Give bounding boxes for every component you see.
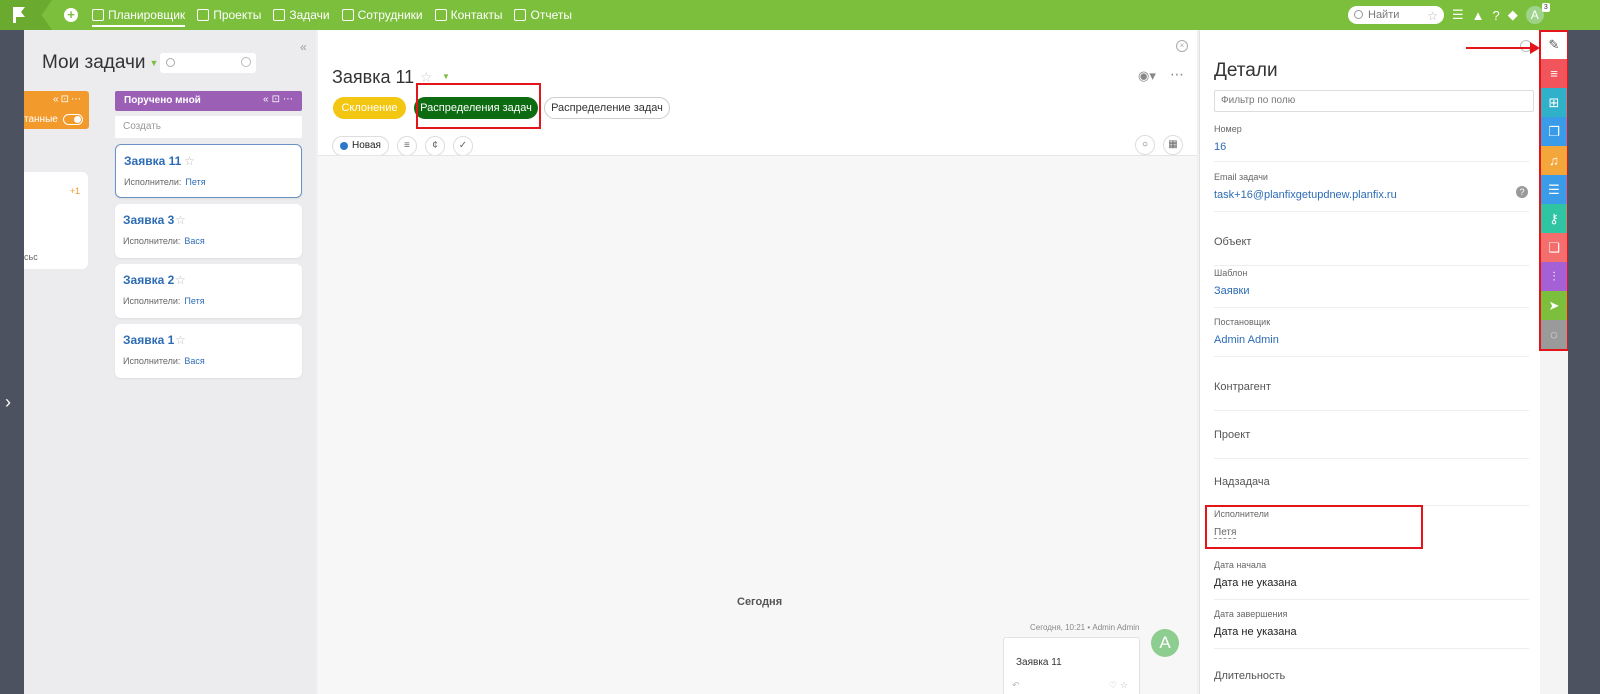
date-divider: Сегодня xyxy=(737,596,783,608)
message-card[interactable]: Заявка 11 ↶ ♡☆ xyxy=(1003,637,1140,694)
task-title: Заявка 11 xyxy=(332,67,415,87)
highlight-box xyxy=(1539,30,1569,351)
task-header: × Заявка 11 ☆ ▼ ◉▾ ⋯ Склонение Распредел… xyxy=(318,30,1197,157)
planner-icon xyxy=(92,9,104,21)
reports-icon xyxy=(514,9,527,21)
status-badge[interactable]: Новая xyxy=(332,136,389,156)
search-icon[interactable]: ○ xyxy=(1135,135,1155,155)
description-icon[interactable]: ≡ xyxy=(396,136,417,156)
task-feed: Сегодня Сегодня, 10:21 • Admin Admin A З… xyxy=(318,155,1197,694)
column-controls-icon[interactable]: «⊡⋯ xyxy=(53,94,83,105)
collapse-panel-icon[interactable]: « xyxy=(300,40,307,54)
top-icons: ☰ ▲ ? ◆ A3 xyxy=(1452,0,1550,30)
menu-icon[interactable]: ☰ xyxy=(1452,7,1464,23)
help-icon[interactable]: ? xyxy=(1516,186,1528,198)
add-button[interactable]: + xyxy=(64,8,78,22)
avatar[interactable]: A xyxy=(1151,629,1179,657)
right-edge-strip xyxy=(1568,30,1600,694)
nav-tasks[interactable]: Задачи xyxy=(273,0,330,30)
field-email: Email задачи task+16@planfixgetupdnew.pl… xyxy=(1214,172,1529,212)
field-project[interactable]: Проект xyxy=(1214,429,1529,459)
details-panel: Детали Фильтр по полю Номер 16 Email зад… xyxy=(1199,30,1540,694)
fields-icon[interactable]: ¢ xyxy=(424,136,445,156)
more-icon[interactable]: ⋯ xyxy=(1170,66,1185,83)
toggle-switch[interactable] xyxy=(63,114,83,125)
task-toolbar: Новая ≡ ¢ ✓ xyxy=(332,135,473,157)
global-search-input[interactable]: Найти ☆ xyxy=(1348,6,1444,24)
chevron-right-icon[interactable]: › xyxy=(5,392,11,413)
chevron-down-icon: ▼ xyxy=(149,57,159,68)
task-card[interactable]: Заявка 2 ☆ Исполнители: Петя xyxy=(115,264,302,318)
main-nav: Планировщик Проекты Задачи Сотрудники Ко… xyxy=(92,0,572,30)
employees-icon xyxy=(341,9,354,21)
field-object[interactable]: Объект xyxy=(1214,236,1529,266)
create-task-input[interactable]: Создать xyxy=(115,116,302,138)
search-icon xyxy=(1354,10,1363,19)
orange-column-header: «⊡⋯ танные xyxy=(24,91,89,129)
my-tasks-panel: Мои задачи ▼ « «⊡⋯ танные +1 сьс Поручено… xyxy=(24,30,316,694)
star-icon[interactable]: ☆ xyxy=(1427,7,1438,25)
contacts-icon xyxy=(434,9,447,21)
like-icon[interactable]: ♡☆ xyxy=(1109,680,1131,691)
field-template: Шаблон Заявки xyxy=(1214,268,1529,308)
column-controls-icon[interactable]: «⊡⋯ xyxy=(263,94,296,105)
task-card[interactable]: Заявка 11 ☆ Исполнители: Петя xyxy=(115,144,302,198)
task-view-panel: × Заявка 11 ☆ ▼ ◉▾ ⋯ Склонение Распредел… xyxy=(318,30,1197,694)
nav-contacts[interactable]: Контакты xyxy=(434,0,502,30)
task-card[interactable]: Заявка 1 ☆ Исполнители: Вася xyxy=(115,324,302,378)
highlight-box xyxy=(1205,505,1423,549)
details-title: Детали xyxy=(1214,60,1278,81)
chevron-down-icon[interactable]: ▼ xyxy=(442,72,450,81)
field-parent-task[interactable]: Надзадача xyxy=(1214,476,1529,506)
feed-tools: ○ ▦ xyxy=(1135,135,1183,155)
action-button-declension[interactable]: Склонение xyxy=(333,97,406,119)
task-card[interactable]: Заявка 3 ☆ Исполнители: Вася xyxy=(115,204,302,258)
user-avatar[interactable]: A3 xyxy=(1525,3,1550,24)
status-dot xyxy=(340,142,348,150)
field-filter-input[interactable]: Фильтр по полю xyxy=(1214,90,1534,112)
checklist-icon[interactable]: ✓ xyxy=(452,136,473,156)
star-icon[interactable]: ☆ xyxy=(175,273,186,287)
star-icon[interactable]: ☆ xyxy=(184,154,195,168)
help-icon[interactable]: ? xyxy=(1493,8,1500,23)
tasks-search-input[interactable] xyxy=(160,53,256,73)
tasks-icon xyxy=(273,9,286,21)
eye-icon[interactable]: ◉▾ xyxy=(1138,68,1156,84)
highlight-box xyxy=(416,83,541,129)
annotation-arrow xyxy=(1466,47,1536,49)
field-start-date: Дата начала Дата не указана xyxy=(1214,560,1529,600)
search-icon xyxy=(166,58,175,67)
rocket-icon[interactable]: ▲ xyxy=(1472,8,1485,23)
field-author: Постановщик Admin Admin xyxy=(1214,317,1529,357)
star-icon[interactable]: ☆ xyxy=(175,213,186,227)
orange-task-card[interactable]: +1 сьс xyxy=(24,172,88,269)
nav-reports[interactable]: Отчеты xyxy=(514,0,572,30)
notification-badge: 3 xyxy=(1541,3,1550,12)
nav-projects[interactable]: Проекты xyxy=(197,0,261,30)
clear-icon[interactable] xyxy=(241,57,251,67)
projects-icon xyxy=(197,9,210,21)
star-icon[interactable]: ☆ xyxy=(175,333,186,347)
planfix-logo[interactable] xyxy=(0,0,52,30)
field-counterparty[interactable]: Контрагент xyxy=(1214,381,1529,411)
top-bar: + Планировщик Проекты Задачи Сотрудники … xyxy=(0,0,1600,30)
field-end-date: Дата завершения Дата не указана xyxy=(1214,609,1529,649)
left-sidebar-strip: › xyxy=(0,30,24,694)
assigned-by-me-column-header: Поручено мной «⊡⋯ xyxy=(115,91,302,111)
reply-icon[interactable]: ↶ xyxy=(1012,680,1020,691)
nav-planner[interactable]: Планировщик xyxy=(92,0,186,30)
close-icon[interactable]: × xyxy=(1176,40,1188,52)
action-button-task-distribution[interactable]: Распределение задач xyxy=(544,97,670,119)
my-tasks-title[interactable]: Мои задачи ▼ xyxy=(42,52,158,74)
annotation-arrow-head xyxy=(1530,42,1540,54)
message-meta: Сегодня, 10:21 • Admin Admin xyxy=(1030,623,1140,632)
field-number: Номер 16 xyxy=(1214,124,1529,162)
layers-icon[interactable]: ◆ xyxy=(1508,7,1518,23)
field-duration[interactable]: Длительность xyxy=(1214,670,1529,694)
nav-employees[interactable]: Сотрудники xyxy=(341,0,423,30)
calendar-icon[interactable]: ▦ xyxy=(1163,135,1183,155)
